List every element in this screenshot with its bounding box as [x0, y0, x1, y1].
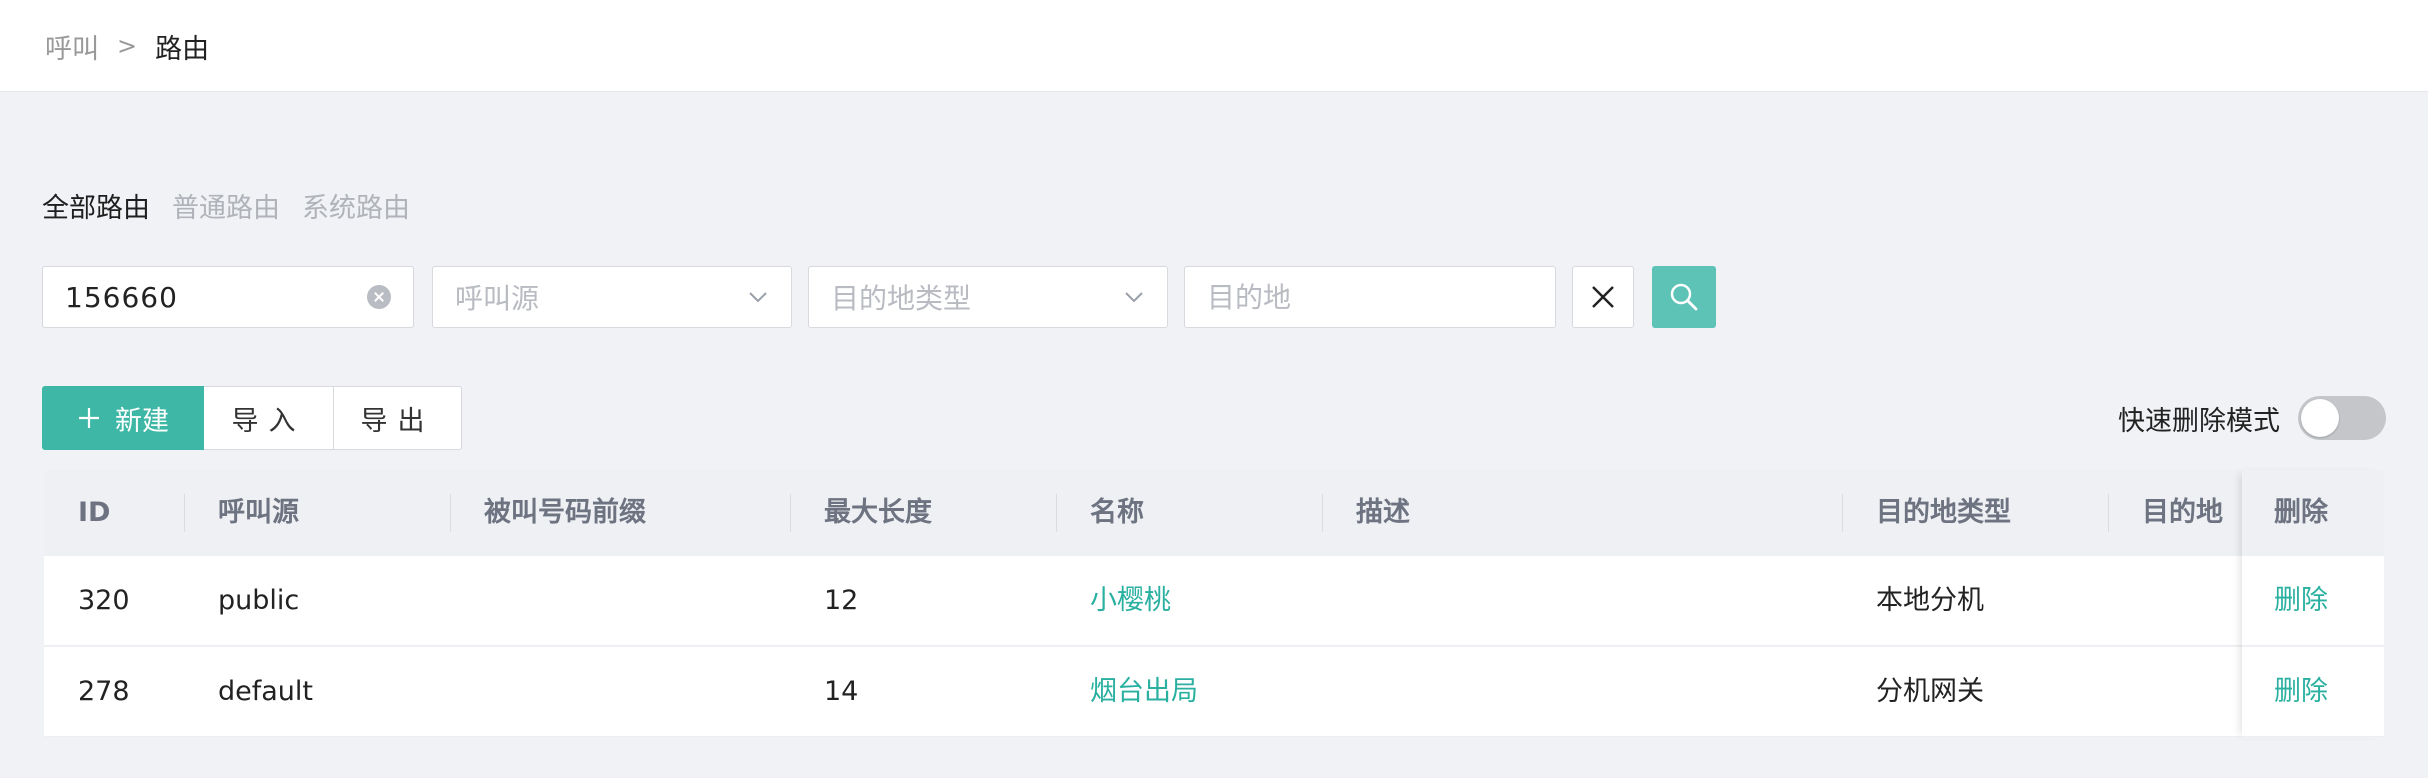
chevron-down-icon: [1125, 292, 1143, 303]
search-button[interactable]: [1652, 266, 1716, 328]
route-tabs: 全部路由 普通路由 系统路由: [42, 186, 410, 225]
header-description: 描述: [1356, 497, 1410, 528]
tab-normal-routes[interactable]: 普通路由: [172, 186, 280, 225]
top-bar: 呼叫 > 路由: [0, 0, 2428, 92]
header-id: ID: [78, 497, 111, 528]
search-icon: [1670, 283, 1698, 311]
column-divider[interactable]: [1056, 494, 1057, 532]
export-button-label: 导出: [360, 405, 435, 437]
destination-input[interactable]: [1207, 280, 1533, 314]
table-row: 278 default 14 烟台出局 分机网关 删除: [44, 647, 2384, 737]
column-divider[interactable]: [790, 494, 791, 532]
cell-id: 278: [78, 676, 130, 707]
column-divider[interactable]: [450, 494, 451, 532]
header-prefix: 被叫号码前缀: [484, 497, 646, 528]
delete-link[interactable]: 删除: [2274, 556, 2328, 646]
cell-id: 320: [78, 585, 130, 616]
reset-filters-button[interactable]: [1572, 266, 1634, 328]
column-divider[interactable]: [1842, 494, 1843, 532]
destination-type-select[interactable]: 目的地类型: [808, 266, 1168, 328]
breadcrumb: 呼叫 > 路由: [45, 27, 210, 66]
tab-system-routes[interactable]: 系统路由: [302, 186, 410, 225]
header-max-length: 最大长度: [824, 497, 932, 528]
close-icon: [1592, 286, 1614, 308]
cell-source: default: [218, 676, 314, 707]
quick-delete-toggle[interactable]: [2298, 396, 2386, 440]
header-source: 呼叫源: [218, 497, 299, 528]
caller-source-select[interactable]: 呼叫源: [432, 266, 792, 328]
export-button[interactable]: 导出: [334, 386, 462, 450]
toggle-knob: [2301, 399, 2339, 437]
action-buttons: 新建 导入 导出: [42, 386, 462, 450]
breadcrumb-current: 路由: [155, 33, 210, 65]
plus-icon: [79, 408, 99, 428]
header-delete: 删除: [2274, 497, 2328, 528]
clear-input-icon[interactable]: [367, 285, 391, 309]
cell-name-link[interactable]: 烟台出局: [1090, 647, 1198, 737]
import-button-label: 导入: [231, 405, 306, 437]
cell-destination-type: 本地分机: [1876, 585, 1984, 616]
chevron-down-icon: [749, 292, 767, 303]
cell-source: public: [218, 585, 300, 616]
column-divider[interactable]: [2108, 494, 2109, 532]
cell-max-length: 12: [824, 585, 859, 616]
column-divider[interactable]: [184, 494, 185, 532]
search-field[interactable]: 156660: [42, 266, 414, 328]
delete-link[interactable]: 删除: [2274, 647, 2328, 737]
tab-all-routes[interactable]: 全部路由: [42, 186, 150, 225]
cell-name-link[interactable]: 小樱桃: [1090, 556, 1171, 646]
cell-destination-type: 分机网关: [1876, 676, 1984, 707]
table-header: ID 呼叫源 被叫号码前缀 最大长度 名称 描述 目的地类型 目的地 删除: [44, 470, 2384, 556]
column-divider[interactable]: [1322, 494, 1323, 532]
destination-type-placeholder: 目的地类型: [831, 282, 972, 315]
quick-delete-mode: 快速删除模式: [2118, 396, 2386, 440]
new-route-button[interactable]: 新建: [42, 386, 204, 450]
table-row: 320 public 12 小樱桃 本地分机 删除: [44, 556, 2384, 646]
breadcrumb-separator: >: [117, 32, 138, 60]
new-button-label: 新建: [115, 405, 169, 437]
header-name: 名称: [1090, 497, 1144, 528]
import-button[interactable]: 导入: [204, 386, 334, 450]
routes-table: ID 呼叫源 被叫号码前缀 最大长度 名称 描述 目的地类型 目的地 删除 32…: [44, 470, 2384, 738]
caller-source-placeholder: 呼叫源: [455, 282, 540, 315]
header-destination-type: 目的地类型: [1876, 497, 2011, 528]
destination-field[interactable]: [1184, 266, 1556, 328]
quick-delete-label: 快速删除模式: [2118, 405, 2280, 437]
breadcrumb-parent[interactable]: 呼叫: [45, 27, 99, 66]
cell-max-length: 14: [824, 676, 859, 707]
header-destination: 目的地: [2142, 497, 2223, 528]
search-input-value[interactable]: 156660: [65, 281, 367, 314]
